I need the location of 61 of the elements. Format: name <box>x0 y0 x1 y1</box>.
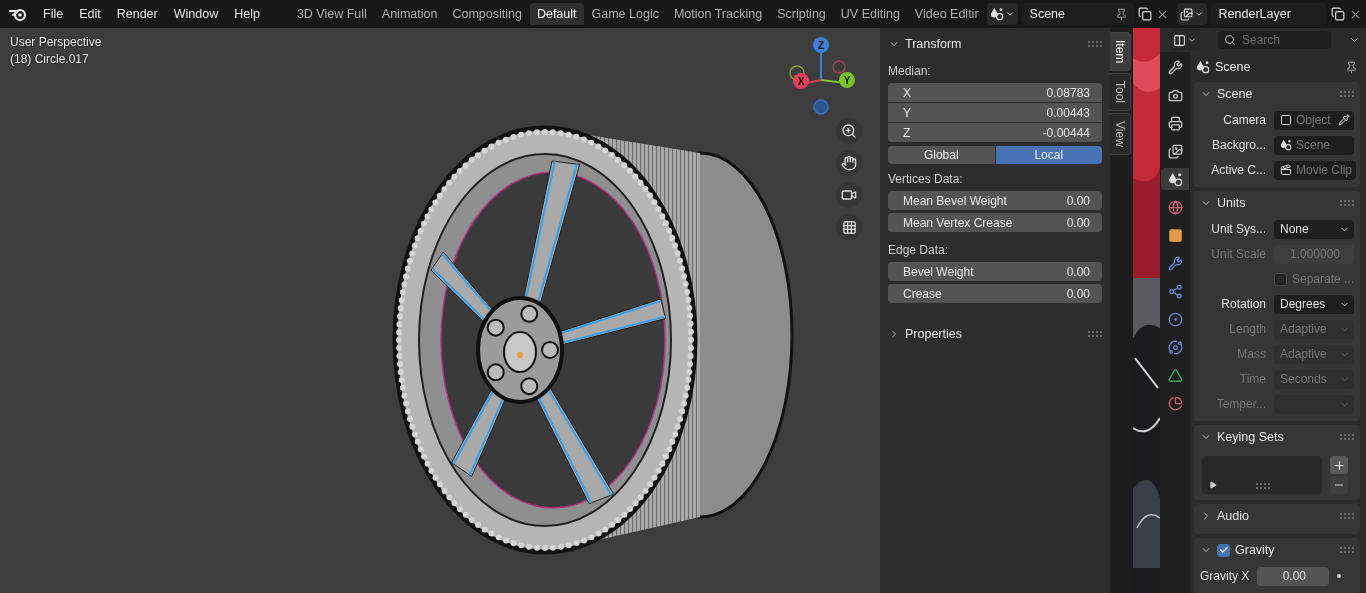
toggle-button[interactable]: Local <box>995 146 1102 164</box>
number-field[interactable]: Z -0.00444 <box>888 123 1102 142</box>
field-label: Temper... <box>1215 397 1266 411</box>
workspace-tab[interactable]: Default <box>529 3 584 25</box>
pointer-field[interactable]: Object <box>1274 110 1354 130</box>
scene-field[interactable]: Scene <box>1021 3 1134 25</box>
workspace-tab[interactable]: Animation <box>374 3 445 25</box>
field-label: Mass <box>1236 347 1266 361</box>
workspace-tab[interactable]: UV Editing <box>833 3 907 25</box>
workspace-tab[interactable]: Compositing <box>445 3 529 25</box>
number-field[interactable]: Mean Vertex Crease 0.00 <box>888 213 1102 232</box>
workspace-tab[interactable]: Game Logic <box>584 3 666 25</box>
menu-item[interactable]: Help <box>226 7 268 21</box>
sidebar-tab[interactable]: View <box>1110 113 1131 156</box>
field-label: Gravity X <box>1200 569 1250 583</box>
field-label: Time <box>1238 372 1266 386</box>
dropdown[interactable]: None <box>1274 219 1354 239</box>
dropdown[interactable]: Degrees <box>1274 294 1354 314</box>
panel-title[interactable]: Properties <box>905 327 962 341</box>
object-info: (18) Circle.017 <box>10 52 90 66</box>
view-layer-field[interactable]: RenderLayer <box>1210 3 1327 25</box>
workspace-tab[interactable]: Motion Tracking <box>666 3 770 25</box>
section-label: Vertices Data: <box>888 172 964 186</box>
number-field[interactable]: Mean Bevel Weight 0.00 <box>888 191 1102 210</box>
workspace-tab[interactable]: Video Editir <box>907 3 986 25</box>
field-label: Backgro... <box>1210 138 1266 152</box>
search-field[interactable]: Search <box>1218 31 1331 49</box>
axis-gizmo[interactable]: Z X Y <box>789 37 855 115</box>
workspace-tab[interactable]: Scripting <box>770 3 833 25</box>
checkbox-label: Separate ... <box>1292 272 1355 286</box>
field-label: Rotation <box>1220 297 1266 311</box>
field-label: Active C... <box>1210 163 1266 177</box>
panel-title[interactable]: Scene <box>1217 87 1253 101</box>
section-label: Median: <box>888 64 932 78</box>
panel-title[interactable]: Units <box>1217 196 1246 210</box>
number-field[interactable]: Crease 0.00 <box>888 284 1102 303</box>
view-name: User Perspective <box>10 35 102 49</box>
menu-item[interactable]: Render <box>108 7 166 21</box>
number-field[interactable]: Y 0.00443 <box>888 103 1102 122</box>
menu-item[interactable]: Window <box>165 7 227 21</box>
context-title: Scene <box>1215 60 1251 74</box>
panel-title[interactable]: Gravity <box>1235 543 1275 557</box>
pointer-field[interactable]: Scene <box>1274 135 1354 155</box>
field-label: Length <box>1228 322 1266 336</box>
field-label: Unit Scale <box>1210 247 1266 261</box>
toggle-button[interactable]: Global <box>888 146 995 164</box>
number-field[interactable]: Bevel Weight 0.00 <box>888 262 1102 281</box>
panel-title[interactable]: Transform <box>905 37 962 51</box>
workspace-tab[interactable]: 3D View Full <box>289 3 374 25</box>
sidebar-tab[interactable]: Tool <box>1110 73 1131 112</box>
sidebar-tab[interactable]: Item <box>1110 32 1131 72</box>
number-field[interactable]: 0.00 <box>1257 566 1330 586</box>
menu-item[interactable]: File <box>35 7 72 21</box>
menu-item[interactable]: Edit <box>71 7 109 21</box>
panel-title[interactable]: Audio <box>1217 509 1249 523</box>
panel-title[interactable]: Keying Sets <box>1217 430 1284 444</box>
section-label: Edge Data: <box>888 243 950 257</box>
number-field[interactable]: X 0.08783 <box>888 83 1102 102</box>
pointer-field[interactable]: Movie Clip <box>1274 160 1356 180</box>
field-label: Camera <box>1222 113 1266 127</box>
field-label: Unit Sys... <box>1210 222 1266 236</box>
